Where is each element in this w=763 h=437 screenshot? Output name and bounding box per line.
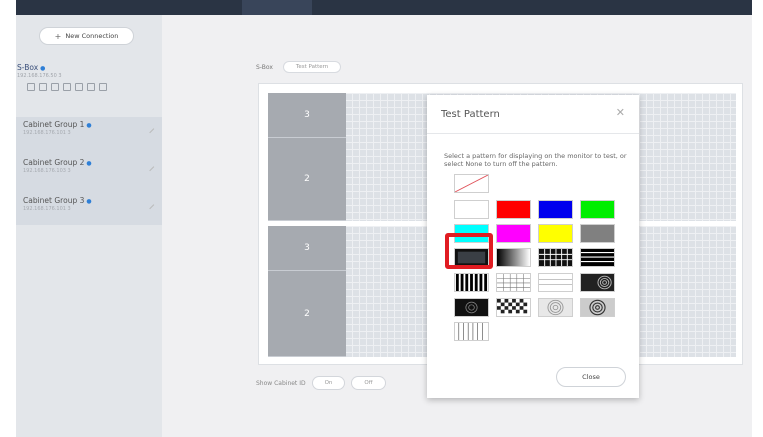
tool-3-icon[interactable] <box>51 83 59 91</box>
group-name: Cabinet Group 1 <box>23 120 85 129</box>
tool-5-icon[interactable] <box>75 83 83 91</box>
device-toolbar <box>16 83 162 91</box>
pattern-green[interactable] <box>580 200 615 219</box>
new-connection-label: New Connection <box>65 32 119 40</box>
pattern-grid[interactable] <box>538 248 573 267</box>
breadcrumb: S-Box Test Pattern <box>256 61 342 73</box>
breadcrumb-device[interactable]: S-Box <box>256 64 273 71</box>
group-ip: 192.168.176.101 3 <box>23 130 71 136</box>
pattern-gray[interactable] <box>580 224 615 243</box>
status-dot-icon: ● <box>86 160 92 167</box>
sidebar-item-cabinet-group-1[interactable]: Cabinet Group 1 ● 192.168.176.101 3 <box>23 120 155 136</box>
top-tab[interactable] <box>242 0 312 15</box>
pattern-checker[interactable] <box>496 298 531 317</box>
pattern-red[interactable] <box>496 200 531 219</box>
pattern-zone-plate-light[interactable] <box>580 298 615 317</box>
divider <box>427 133 639 134</box>
status-dot-icon: ● <box>86 198 92 205</box>
status-dot-icon: ● <box>86 122 92 129</box>
tool-6-icon[interactable] <box>87 83 95 91</box>
dialog-description: Select a pattern for displaying on the m… <box>444 152 627 168</box>
cabinet-cell[interactable]: 2 <box>268 138 346 221</box>
pattern-magenta[interactable] <box>496 224 531 243</box>
pattern-white-lines[interactable] <box>538 273 573 292</box>
group-ip: 192.168.176.101 3 <box>23 206 71 212</box>
group-list: Cabinet Group 1 ● 192.168.176.101 3 Cabin… <box>16 117 162 225</box>
close-button[interactable]: Close <box>556 367 626 387</box>
edit-icon[interactable] <box>63 83 71 91</box>
show-cabinet-id: Show Cabinet ID On Off <box>256 376 386 390</box>
pattern-white-grid[interactable] <box>496 273 531 292</box>
tool-2-icon[interactable] <box>39 83 47 91</box>
pattern-vertical-bars[interactable] <box>454 273 489 292</box>
pattern-zone-plate-dark[interactable] <box>580 273 615 292</box>
show-cabinet-off-button[interactable]: Off <box>351 376 386 390</box>
pattern-circle-light[interactable] <box>538 298 573 317</box>
cabinet-cell[interactable]: 2 <box>268 271 346 357</box>
group-name: Cabinet Group 2 <box>23 158 85 167</box>
cabinet-cell[interactable]: 3 <box>268 226 346 271</box>
selected-pattern-highlight <box>445 233 493 269</box>
pattern-gradient[interactable] <box>496 248 531 267</box>
pattern-yellow[interactable] <box>538 224 573 243</box>
close-icon[interactable]: ✕ <box>616 107 625 118</box>
pattern-blue[interactable] <box>538 200 573 219</box>
new-connection-button[interactable]: + New Connection <box>39 27 134 45</box>
app-window: + New Connection S-Box ● 192.168.176.50 3… <box>16 0 752 437</box>
pattern-horizontal-lines[interactable] <box>580 248 615 267</box>
pattern-circle-dark[interactable] <box>454 298 489 317</box>
sidebar-item-cabinet-group-2[interactable]: Cabinet Group 2 ● 192.168.176.103 3 <box>23 158 155 174</box>
top-bar <box>16 0 752 15</box>
pattern-thin-vertical-lines[interactable] <box>454 322 489 341</box>
status-dot-icon: ● <box>40 65 46 72</box>
sidebar-item-cabinet-group-3[interactable]: Cabinet Group 3 ● 192.168.176.101 3 <box>23 196 155 212</box>
test-pattern-dialog: Test Pattern ✕ Select a pattern for disp… <box>427 95 639 398</box>
pattern-none[interactable] <box>454 174 489 193</box>
cabinet-cell[interactable]: 3 <box>268 93 346 138</box>
group-name: Cabinet Group 3 <box>23 196 85 205</box>
device-item[interactable]: S-Box ● 192.168.176.50 3 <box>16 63 162 91</box>
delete-icon[interactable] <box>99 83 107 91</box>
plus-icon: + <box>54 31 62 41</box>
sidebar: + New Connection S-Box ● 192.168.176.50 3… <box>16 15 162 437</box>
device-name: S-Box <box>17 63 39 72</box>
group-ip: 192.168.176.103 3 <box>23 168 71 174</box>
dialog-title: Test Pattern <box>441 109 500 120</box>
show-cabinet-on-button[interactable]: On <box>311 376 346 390</box>
device-ip: 192.168.176.50 3 <box>17 73 62 79</box>
pattern-white[interactable] <box>454 200 489 219</box>
tool-1-icon[interactable] <box>27 83 35 91</box>
show-cabinet-label: Show Cabinet ID <box>256 379 306 387</box>
breadcrumb-current[interactable]: Test Pattern <box>282 61 342 73</box>
